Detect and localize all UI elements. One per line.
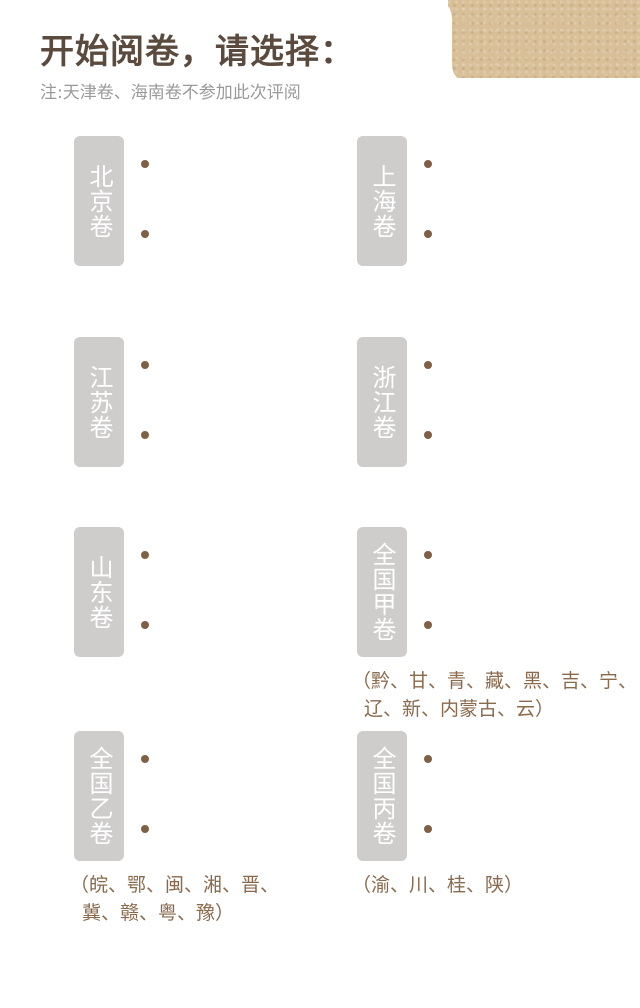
- exam-tab: 浙江卷: [357, 337, 407, 467]
- page-subtitle: 注:天津卷、海南卷不参加此次评阅: [40, 83, 301, 103]
- exam-tab: 北京卷: [74, 136, 124, 266]
- binding-dot-icon: [141, 621, 149, 629]
- exam-regions-note: （黔、甘、青、藏、黑、吉、宁、: [352, 670, 638, 692]
- exam-option-shandong[interactable]: 山东卷: [74, 527, 234, 667]
- exam-regions-note: （皖、鄂、闽、湘、晋、: [70, 874, 280, 896]
- binding-dot-icon: [424, 551, 432, 559]
- exam-tab: 全国乙卷: [74, 731, 124, 861]
- binding-dot-icon: [424, 825, 432, 833]
- binding-dot-icon: [424, 621, 432, 629]
- binding-dot-icon: [141, 551, 149, 559]
- binding-dot-icon: [424, 431, 432, 439]
- exam-label: 江苏卷: [85, 364, 113, 440]
- binding-dot-icon: [141, 230, 149, 238]
- exam-option-shanghai[interactable]: 上海卷: [357, 136, 517, 276]
- exam-label: 全国丙卷: [368, 746, 396, 846]
- exam-option-national-b[interactable]: 全国乙卷: [74, 731, 234, 871]
- exam-regions-note: 辽、新、内蒙古、云）: [364, 698, 555, 720]
- page-title: 开始阅卷，请选择：: [40, 32, 355, 72]
- exam-regions-note: （渝、川、桂、陕）: [352, 874, 524, 896]
- exam-label: 浙江卷: [368, 364, 396, 440]
- exam-regions-note: 冀、赣、粤、豫）: [82, 902, 235, 924]
- exam-label: 上海卷: [368, 163, 396, 239]
- binding-dot-icon: [141, 160, 149, 168]
- binding-dot-icon: [424, 361, 432, 369]
- binding-dot-icon: [141, 755, 149, 763]
- exam-label: 全国甲卷: [368, 542, 396, 642]
- exam-tab: 江苏卷: [74, 337, 124, 467]
- exam-tab: 全国甲卷: [357, 527, 407, 657]
- exam-label: 北京卷: [85, 163, 113, 239]
- exam-label: 全国乙卷: [85, 746, 113, 846]
- exam-option-zhejiang[interactable]: 浙江卷: [357, 337, 517, 477]
- exam-option-national-c[interactable]: 全国丙卷: [357, 731, 517, 871]
- decorative-paper-corner: [448, 0, 640, 78]
- binding-dot-icon: [424, 230, 432, 238]
- exam-label: 山东卷: [85, 554, 113, 630]
- binding-dot-icon: [141, 825, 149, 833]
- binding-dot-icon: [141, 361, 149, 369]
- exam-tab: 山东卷: [74, 527, 124, 657]
- binding-dot-icon: [424, 160, 432, 168]
- exam-option-national-a[interactable]: 全国甲卷: [357, 527, 517, 667]
- binding-dot-icon: [424, 755, 432, 763]
- exam-option-jiangsu[interactable]: 江苏卷: [74, 337, 234, 477]
- exam-option-beijing[interactable]: 北京卷: [74, 136, 234, 276]
- exam-tab: 全国丙卷: [357, 731, 407, 861]
- binding-dot-icon: [141, 431, 149, 439]
- exam-tab: 上海卷: [357, 136, 407, 266]
